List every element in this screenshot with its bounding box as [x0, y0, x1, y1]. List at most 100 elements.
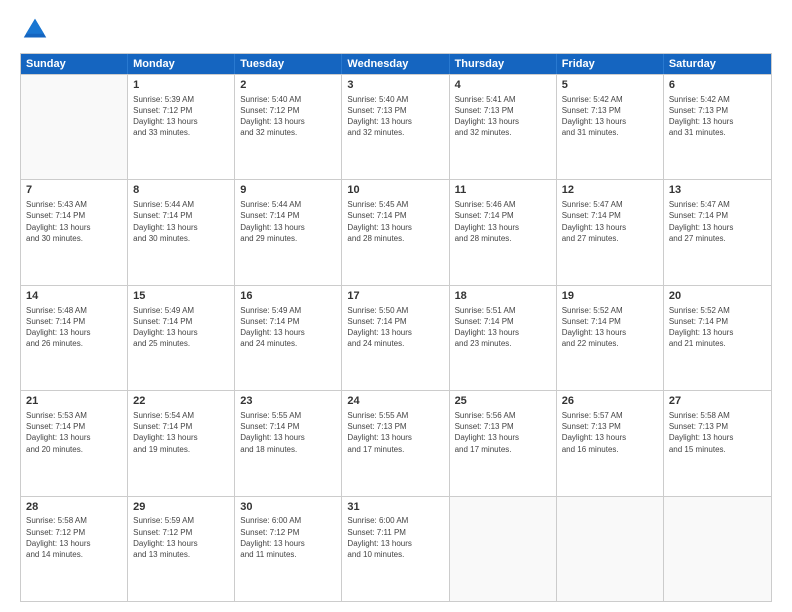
calendar-cell: 11Sunrise: 5:46 AM Sunset: 7:14 PM Dayli…: [450, 180, 557, 284]
day-number: 2: [240, 78, 336, 93]
cell-info: Sunrise: 5:43 AM Sunset: 7:14 PM Dayligh…: [26, 199, 122, 244]
calendar-cell: 31Sunrise: 6:00 AM Sunset: 7:11 PM Dayli…: [342, 497, 449, 601]
day-number: 30: [240, 500, 336, 515]
cell-info: Sunrise: 5:41 AM Sunset: 7:13 PM Dayligh…: [455, 94, 551, 139]
calendar: SundayMondayTuesdayWednesdayThursdayFrid…: [20, 53, 772, 602]
calendar-cell: 8Sunrise: 5:44 AM Sunset: 7:14 PM Daylig…: [128, 180, 235, 284]
cell-info: Sunrise: 5:51 AM Sunset: 7:14 PM Dayligh…: [455, 305, 551, 350]
day-number: 7: [26, 183, 122, 198]
calendar-cell: [21, 75, 128, 179]
calendar-cell: 30Sunrise: 6:00 AM Sunset: 7:12 PM Dayli…: [235, 497, 342, 601]
day-number: 22: [133, 394, 229, 409]
calendar-row: 1Sunrise: 5:39 AM Sunset: 7:12 PM Daylig…: [21, 74, 771, 179]
day-number: 15: [133, 289, 229, 304]
calendar-cell: 16Sunrise: 5:49 AM Sunset: 7:14 PM Dayli…: [235, 286, 342, 390]
cell-info: Sunrise: 5:56 AM Sunset: 7:13 PM Dayligh…: [455, 410, 551, 455]
calendar-cell: 27Sunrise: 5:58 AM Sunset: 7:13 PM Dayli…: [664, 391, 771, 495]
cell-info: Sunrise: 5:59 AM Sunset: 7:12 PM Dayligh…: [133, 515, 229, 560]
calendar-row: 7Sunrise: 5:43 AM Sunset: 7:14 PM Daylig…: [21, 179, 771, 284]
calendar-cell: [664, 497, 771, 601]
cell-info: Sunrise: 5:50 AM Sunset: 7:14 PM Dayligh…: [347, 305, 443, 350]
day-number: 1: [133, 78, 229, 93]
day-number: 24: [347, 394, 443, 409]
calendar-cell: [450, 497, 557, 601]
cell-info: Sunrise: 5:55 AM Sunset: 7:13 PM Dayligh…: [347, 410, 443, 455]
cell-info: Sunrise: 5:45 AM Sunset: 7:14 PM Dayligh…: [347, 199, 443, 244]
cell-info: Sunrise: 5:47 AM Sunset: 7:14 PM Dayligh…: [562, 199, 658, 244]
calendar-cell: 5Sunrise: 5:42 AM Sunset: 7:13 PM Daylig…: [557, 75, 664, 179]
day-number: 4: [455, 78, 551, 93]
day-number: 6: [669, 78, 766, 93]
calendar-row: 21Sunrise: 5:53 AM Sunset: 7:14 PM Dayli…: [21, 390, 771, 495]
cell-info: Sunrise: 5:48 AM Sunset: 7:14 PM Dayligh…: [26, 305, 122, 350]
day-number: 13: [669, 183, 766, 198]
calendar-cell: 14Sunrise: 5:48 AM Sunset: 7:14 PM Dayli…: [21, 286, 128, 390]
day-number: 11: [455, 183, 551, 198]
cell-info: Sunrise: 5:47 AM Sunset: 7:14 PM Dayligh…: [669, 199, 766, 244]
day-number: 9: [240, 183, 336, 198]
logo-icon: [20, 15, 50, 45]
cell-info: Sunrise: 5:42 AM Sunset: 7:13 PM Dayligh…: [669, 94, 766, 139]
page: SundayMondayTuesdayWednesdayThursdayFrid…: [0, 0, 792, 612]
day-number: 28: [26, 500, 122, 515]
calendar-cell: [557, 497, 664, 601]
cell-info: Sunrise: 5:39 AM Sunset: 7:12 PM Dayligh…: [133, 94, 229, 139]
cell-info: Sunrise: 5:58 AM Sunset: 7:12 PM Dayligh…: [26, 515, 122, 560]
calendar-cell: 29Sunrise: 5:59 AM Sunset: 7:12 PM Dayli…: [128, 497, 235, 601]
calendar-cell: 4Sunrise: 5:41 AM Sunset: 7:13 PM Daylig…: [450, 75, 557, 179]
day-number: 26: [562, 394, 658, 409]
cell-info: Sunrise: 5:52 AM Sunset: 7:14 PM Dayligh…: [562, 305, 658, 350]
cell-info: Sunrise: 6:00 AM Sunset: 7:12 PM Dayligh…: [240, 515, 336, 560]
cell-info: Sunrise: 5:42 AM Sunset: 7:13 PM Dayligh…: [562, 94, 658, 139]
day-number: 16: [240, 289, 336, 304]
cell-info: Sunrise: 5:46 AM Sunset: 7:14 PM Dayligh…: [455, 199, 551, 244]
day-number: 14: [26, 289, 122, 304]
calendar-cell: 1Sunrise: 5:39 AM Sunset: 7:12 PM Daylig…: [128, 75, 235, 179]
calendar-cell: 7Sunrise: 5:43 AM Sunset: 7:14 PM Daylig…: [21, 180, 128, 284]
cell-info: Sunrise: 5:54 AM Sunset: 7:14 PM Dayligh…: [133, 410, 229, 455]
cell-info: Sunrise: 5:49 AM Sunset: 7:14 PM Dayligh…: [133, 305, 229, 350]
calendar-cell: 10Sunrise: 5:45 AM Sunset: 7:14 PM Dayli…: [342, 180, 449, 284]
calendar-cell: 26Sunrise: 5:57 AM Sunset: 7:13 PM Dayli…: [557, 391, 664, 495]
calendar-cell: 19Sunrise: 5:52 AM Sunset: 7:14 PM Dayli…: [557, 286, 664, 390]
cell-info: Sunrise: 5:57 AM Sunset: 7:13 PM Dayligh…: [562, 410, 658, 455]
day-number: 31: [347, 500, 443, 515]
day-number: 3: [347, 78, 443, 93]
header-day: Sunday: [21, 54, 128, 74]
cell-info: Sunrise: 5:49 AM Sunset: 7:14 PM Dayligh…: [240, 305, 336, 350]
day-number: 10: [347, 183, 443, 198]
calendar-body: 1Sunrise: 5:39 AM Sunset: 7:12 PM Daylig…: [21, 74, 771, 601]
calendar-cell: 12Sunrise: 5:47 AM Sunset: 7:14 PM Dayli…: [557, 180, 664, 284]
header-day: Wednesday: [342, 54, 449, 74]
calendar-cell: 20Sunrise: 5:52 AM Sunset: 7:14 PM Dayli…: [664, 286, 771, 390]
calendar-cell: 17Sunrise: 5:50 AM Sunset: 7:14 PM Dayli…: [342, 286, 449, 390]
calendar-row: 14Sunrise: 5:48 AM Sunset: 7:14 PM Dayli…: [21, 285, 771, 390]
header-day: Monday: [128, 54, 235, 74]
logo: [20, 15, 54, 45]
calendar-row: 28Sunrise: 5:58 AM Sunset: 7:12 PM Dayli…: [21, 496, 771, 601]
calendar-cell: 15Sunrise: 5:49 AM Sunset: 7:14 PM Dayli…: [128, 286, 235, 390]
calendar-cell: 24Sunrise: 5:55 AM Sunset: 7:13 PM Dayli…: [342, 391, 449, 495]
cell-info: Sunrise: 5:58 AM Sunset: 7:13 PM Dayligh…: [669, 410, 766, 455]
day-number: 29: [133, 500, 229, 515]
cell-info: Sunrise: 5:44 AM Sunset: 7:14 PM Dayligh…: [240, 199, 336, 244]
calendar-cell: 3Sunrise: 5:40 AM Sunset: 7:13 PM Daylig…: [342, 75, 449, 179]
day-number: 8: [133, 183, 229, 198]
calendar-cell: 23Sunrise: 5:55 AM Sunset: 7:14 PM Dayli…: [235, 391, 342, 495]
day-number: 25: [455, 394, 551, 409]
day-number: 12: [562, 183, 658, 198]
day-number: 5: [562, 78, 658, 93]
header-day: Thursday: [450, 54, 557, 74]
calendar-cell: 6Sunrise: 5:42 AM Sunset: 7:13 PM Daylig…: [664, 75, 771, 179]
cell-info: Sunrise: 5:40 AM Sunset: 7:12 PM Dayligh…: [240, 94, 336, 139]
cell-info: Sunrise: 5:40 AM Sunset: 7:13 PM Dayligh…: [347, 94, 443, 139]
header-day: Saturday: [664, 54, 771, 74]
cell-info: Sunrise: 6:00 AM Sunset: 7:11 PM Dayligh…: [347, 515, 443, 560]
day-number: 23: [240, 394, 336, 409]
calendar-cell: 18Sunrise: 5:51 AM Sunset: 7:14 PM Dayli…: [450, 286, 557, 390]
header-day: Tuesday: [235, 54, 342, 74]
calendar-cell: 13Sunrise: 5:47 AM Sunset: 7:14 PM Dayli…: [664, 180, 771, 284]
calendar-cell: 22Sunrise: 5:54 AM Sunset: 7:14 PM Dayli…: [128, 391, 235, 495]
cell-info: Sunrise: 5:52 AM Sunset: 7:14 PM Dayligh…: [669, 305, 766, 350]
day-number: 17: [347, 289, 443, 304]
